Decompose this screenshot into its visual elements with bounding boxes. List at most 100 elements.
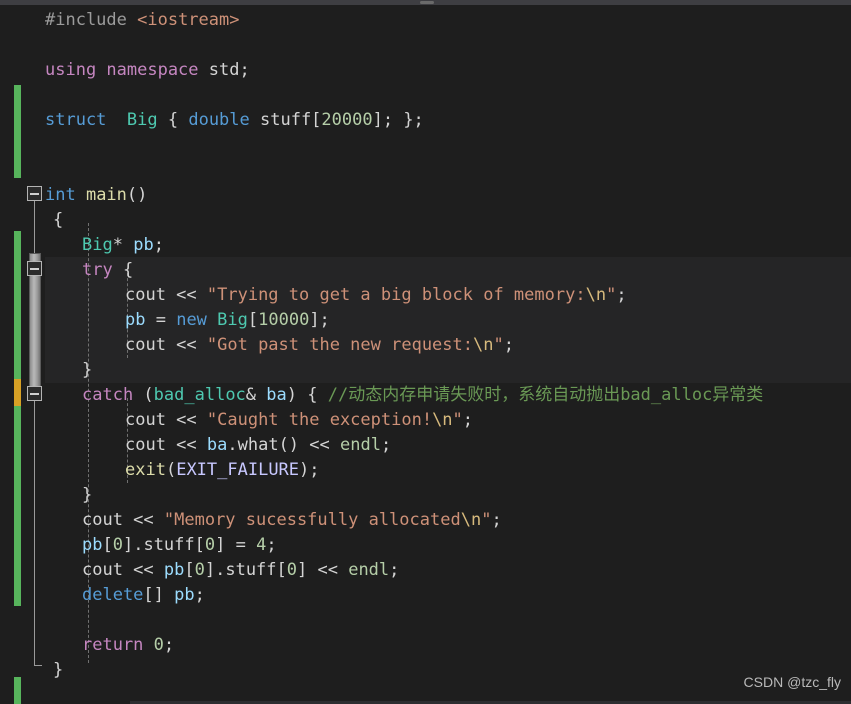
code-token-plain: ]; }; bbox=[372, 110, 424, 130]
code-token-kw: struct bbox=[45, 110, 117, 130]
code-token-num: endl bbox=[339, 435, 381, 455]
code-token-plain: * bbox=[112, 235, 134, 255]
code-line[interactable]: int main() bbox=[45, 183, 147, 208]
code-token-type: Big bbox=[217, 310, 248, 330]
code-line[interactable]: { bbox=[53, 208, 63, 233]
fold-marker-catch[interactable] bbox=[27, 386, 42, 401]
code-token-type: bad_alloc bbox=[153, 385, 246, 405]
code-token-plain: std; bbox=[208, 60, 250, 80]
code-token-str: "Memory sucessfully allocated bbox=[163, 510, 461, 530]
code-token-plain: ; bbox=[163, 635, 175, 655]
code-token-plain: } bbox=[53, 660, 64, 680]
code-token-plain: { bbox=[53, 210, 64, 230]
code-token-plain: { bbox=[157, 110, 189, 130]
code-token-plain: ; bbox=[194, 585, 205, 605]
code-line[interactable]: catch (bad_alloc& ba) { //动态内存申请失败时，系统自动… bbox=[82, 383, 763, 408]
code-token-num: 0 bbox=[194, 560, 205, 580]
code-line[interactable]: try { bbox=[82, 258, 133, 283]
fold-outline-bracket-main bbox=[34, 605, 42, 666]
code-line[interactable]: cout << "Caught the exception!\n"; bbox=[125, 408, 473, 433]
code-line[interactable]: exit(EXIT_FAILURE); bbox=[125, 458, 320, 483]
code-line[interactable]: return 0; bbox=[82, 633, 174, 658]
code-token-plain: ; bbox=[153, 235, 164, 255]
code-token-plain: () bbox=[126, 185, 148, 205]
code-line[interactable]: cout << "Memory sucessfully allocated\n"… bbox=[82, 508, 502, 533]
code-token-kw: new bbox=[176, 310, 218, 330]
code-token-num: 20000 bbox=[321, 110, 373, 130]
code-editor[interactable]: #include <iostream> using namespace std; s… bbox=[0, 5, 851, 704]
code-token-num: 0 bbox=[153, 635, 164, 655]
code-surface[interactable]: #include <iostream> using namespace std; s… bbox=[45, 5, 851, 704]
code-line[interactable]: struct Big { double stuff[20000]; }; bbox=[45, 108, 424, 133]
code-line[interactable]: pb[0].stuff[0] = 4; bbox=[82, 533, 277, 558]
fold-marker-try[interactable] bbox=[27, 261, 42, 276]
code-token-plain: & bbox=[245, 385, 267, 405]
code-token-plain: ].stuff[ bbox=[204, 560, 287, 580]
code-token-plain: } bbox=[82, 360, 93, 380]
code-token-var: pb bbox=[82, 535, 103, 555]
editor-gutter[interactable] bbox=[0, 5, 45, 704]
code-token-plain: ; bbox=[389, 560, 400, 580]
code-token-num: 4 bbox=[256, 535, 267, 555]
change-bar-saved-3 bbox=[14, 406, 21, 606]
code-token-str: "Got past the new request: bbox=[206, 335, 473, 355]
code-token-plain: cout << bbox=[125, 435, 207, 455]
code-line[interactable]: cout << "Got past the new request:\n"; bbox=[125, 333, 514, 358]
code-line[interactable]: using namespace std; bbox=[45, 58, 250, 83]
code-token-kwctl: catch bbox=[82, 385, 144, 405]
code-token-plain: cout << bbox=[125, 335, 207, 355]
code-token-plain: [ bbox=[184, 560, 195, 580]
code-line[interactable]: cout << ba.what() << endl; bbox=[125, 433, 391, 458]
code-line[interactable]: cout << pb[0].stuff[0] << endl; bbox=[82, 558, 399, 583]
code-line[interactable]: delete[] pb; bbox=[82, 583, 205, 608]
code-token-var: ba bbox=[266, 385, 287, 405]
code-token-plain: ] << bbox=[297, 560, 349, 580]
code-token-plain: cout << bbox=[125, 410, 207, 430]
code-token-plain: cout << bbox=[82, 510, 164, 530]
code-token-plain: ]; bbox=[309, 310, 330, 330]
code-line[interactable]: cout << "Trying to get a big block of me… bbox=[125, 283, 627, 308]
code-token-esc: \n bbox=[585, 285, 607, 305]
code-token-kw: double bbox=[188, 110, 260, 130]
code-token-plain: ); bbox=[299, 460, 320, 480]
code-token-type: Big bbox=[126, 110, 158, 130]
code-token-str: " bbox=[481, 510, 492, 530]
code-line[interactable]: #include <iostream> bbox=[45, 8, 239, 33]
code-token-kw: delete bbox=[82, 585, 144, 605]
code-token-plain: ; bbox=[380, 435, 392, 455]
code-token-plain: [ bbox=[247, 310, 259, 330]
code-token-fn: exit bbox=[125, 460, 166, 480]
code-token-cmt: //动态内存申请失败时，系统自动抛出bad_alloc异常类 bbox=[327, 385, 764, 405]
code-token-str: "Caught the exception! bbox=[206, 410, 433, 430]
code-token-var: pb bbox=[133, 235, 154, 255]
code-token-plain: what() << bbox=[237, 435, 340, 455]
code-token-plain: ; bbox=[491, 510, 502, 530]
code-token-plain: ) { bbox=[286, 385, 328, 405]
fold-marker-main[interactable] bbox=[27, 186, 42, 201]
code-token-plain: ; bbox=[266, 535, 277, 555]
watermark: CSDN @tzc_fly bbox=[743, 674, 841, 690]
code-token-kwctl: using namespace bbox=[45, 60, 209, 80]
change-bar-saved-4 bbox=[14, 677, 21, 704]
change-bar-unsaved bbox=[14, 379, 21, 406]
code-token-plain: ].stuff[ bbox=[122, 535, 205, 555]
splitter-grip[interactable] bbox=[420, 1, 434, 4]
code-token-plain: { bbox=[122, 260, 134, 280]
code-token-num: 10000 bbox=[258, 310, 310, 330]
code-token-ppfile: <iostream> bbox=[137, 10, 240, 30]
code-line[interactable]: Big* pb; bbox=[82, 233, 164, 258]
code-token-plain: ; bbox=[503, 335, 514, 355]
code-token-str: " bbox=[606, 285, 617, 305]
code-line[interactable]: } bbox=[53, 658, 63, 683]
code-token-plain: . bbox=[227, 435, 238, 455]
code-line[interactable]: } bbox=[82, 358, 92, 383]
code-token-plain: ( bbox=[143, 385, 154, 405]
code-line[interactable]: pb = new Big[10000]; bbox=[125, 308, 330, 333]
code-line[interactable]: } bbox=[82, 483, 92, 508]
code-token-kwctl: try bbox=[82, 260, 123, 280]
code-token-var: pb bbox=[163, 560, 185, 580]
code-token-plain: [ bbox=[102, 535, 113, 555]
code-token-plain: stuff[ bbox=[260, 110, 322, 130]
code-token-str: " bbox=[452, 410, 463, 430]
